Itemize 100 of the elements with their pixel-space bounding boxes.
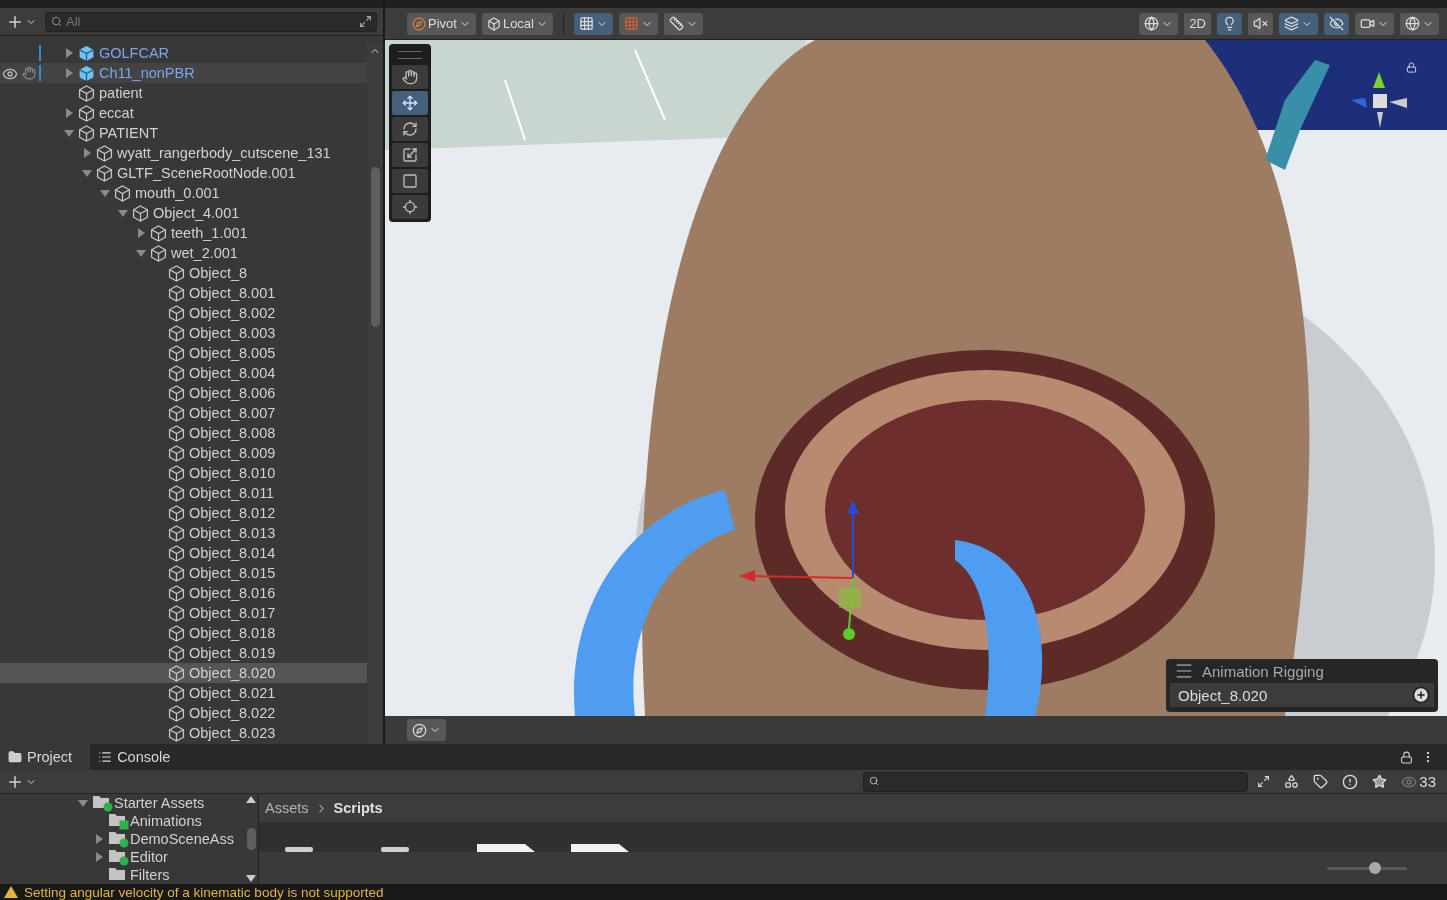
space-dropdown[interactable]: Local: [481, 12, 553, 35]
add-icon[interactable]: [1412, 686, 1430, 704]
pivot-icon: [412, 16, 426, 31]
hierarchy-row[interactable]: Object_8.019: [0, 643, 367, 663]
hierarchy-row[interactable]: Object_8.011: [0, 483, 367, 503]
transform-tool-button[interactable]: [392, 195, 428, 219]
increment-snap-button[interactable]: [619, 12, 658, 35]
hierarchy-row[interactable]: Object_4.001: [0, 203, 367, 223]
pivot-dropdown[interactable]: Pivot: [407, 12, 476, 35]
hierarchy-row[interactable]: Object_8.015: [0, 563, 367, 583]
view-options-dropdown[interactable]: [407, 719, 446, 741]
collapsed-arrow-icon[interactable]: [65, 68, 73, 78]
object-name: Object_8.002: [189, 305, 276, 321]
hierarchy-row[interactable]: mouth_0.001: [0, 183, 367, 203]
hierarchy-row[interactable]: wet_2.001: [0, 243, 367, 263]
ruler-button[interactable]: [664, 12, 703, 35]
hierarchy-row[interactable]: patient: [0, 83, 367, 103]
panel-tab[interactable]: Console: [90, 744, 189, 770]
hierarchy-row[interactable]: GOLFCAR: [0, 43, 367, 63]
folder-row[interactable]: Filters: [0, 866, 244, 884]
hierarchy-row[interactable]: PATIENT: [0, 123, 367, 143]
search-field[interactable]: All: [45, 11, 377, 32]
hierarchy-row[interactable]: Object_8.010: [0, 463, 367, 483]
cube-icon: [168, 684, 185, 702]
effects-button[interactable]: [1279, 12, 1318, 35]
hierarchy-row[interactable]: Object_8.005: [0, 343, 367, 363]
visibility-icon[interactable]: [2, 66, 18, 82]
expand-icon[interactable]: [359, 14, 372, 28]
hierarchy-row[interactable]: Object_8.012: [0, 503, 367, 523]
expanded-arrow-icon[interactable]: [136, 249, 146, 257]
gizmos-dropdown[interactable]: [1400, 12, 1439, 35]
lock-icon[interactable]: [1406, 62, 1417, 73]
scroll-down-icon[interactable]: [246, 875, 256, 882]
hierarchy-row[interactable]: Object_8.006: [0, 383, 367, 403]
drag-handle[interactable]: [398, 51, 422, 59]
scroll-thumb[interactable]: [246, 828, 256, 850]
folder-row[interactable]: Animations: [0, 812, 244, 830]
folder-row[interactable]: Editor: [0, 848, 244, 866]
hierarchy-row[interactable]: Object_8.013: [0, 523, 367, 543]
hierarchy-row[interactable]: Object_8.009: [0, 443, 367, 463]
scrollbar[interactable]: [367, 43, 383, 744]
hierarchy-row[interactable]: Object_8.016: [0, 583, 367, 603]
lock-icon[interactable]: [1400, 750, 1413, 764]
hidden-objects-button[interactable]: [1324, 12, 1349, 35]
shapes-icon: [1284, 774, 1300, 789]
hierarchy-row[interactable]: Object_8.018: [0, 623, 367, 643]
hand-tool-button[interactable]: [392, 65, 428, 89]
collapsed-arrow-icon[interactable]: [95, 834, 103, 844]
collapsed-arrow-icon[interactable]: [65, 108, 73, 118]
hierarchy-row[interactable]: wyatt_rangerbody_cutscene_131: [0, 143, 367, 163]
rotate-tool-button[interactable]: [392, 117, 428, 141]
panel-tab[interactable]: Project: [0, 744, 91, 770]
hierarchy-row[interactable]: Object_8.014: [0, 543, 367, 563]
hierarchy-row[interactable]: Object_8.008: [0, 423, 367, 443]
rect-tool-button[interactable]: [392, 169, 428, 193]
expanded-arrow-icon[interactable]: [118, 209, 128, 217]
hierarchy-row[interactable]: Object_8.001: [0, 283, 367, 303]
hierarchy-row[interactable]: Object_8.021: [0, 683, 367, 703]
hierarchy-row[interactable]: Object_8.007: [0, 403, 367, 423]
folder-row[interactable]: Starter Assets: [0, 794, 244, 812]
expanded-arrow-icon[interactable]: [78, 799, 88, 807]
folder-row[interactable]: DemoSceneAss: [0, 830, 244, 848]
hierarchy-row[interactable]: eccat: [0, 103, 367, 123]
scrollbar[interactable]: [244, 794, 258, 884]
hidden-count-button[interactable]: 33: [1396, 770, 1441, 793]
scroll-up-icon[interactable]: [246, 796, 256, 803]
hierarchy-row[interactable]: Object_8.017: [0, 603, 367, 623]
hierarchy-row[interactable]: Object_8.020: [0, 663, 367, 683]
scale-tool-button[interactable]: [392, 143, 428, 167]
drag-handle-icon[interactable]: [1174, 661, 1194, 681]
hierarchy-row[interactable]: Object_8.004: [0, 363, 367, 383]
hand-icon[interactable]: [22, 66, 36, 80]
hierarchy-row[interactable]: Object_8.002: [0, 303, 367, 323]
breadcrumb-item[interactable]: Scripts: [333, 800, 383, 816]
collapsed-arrow-icon[interactable]: [65, 48, 73, 58]
hierarchy-row[interactable]: GLTF_SceneRootNode.001: [0, 163, 367, 183]
collapsed-arrow-icon[interactable]: [83, 148, 91, 158]
hierarchy-row[interactable]: Object_8: [0, 263, 367, 283]
hierarchy-row[interactable]: Object_8.022: [0, 703, 367, 723]
audio-button[interactable]: [1248, 12, 1273, 35]
search-field[interactable]: [863, 771, 1249, 792]
collapsed-arrow-icon[interactable]: [137, 228, 145, 238]
mode-2d-button[interactable]: 2D: [1184, 12, 1211, 35]
shading-dropdown[interactable]: [1139, 12, 1179, 35]
scroll-thumb[interactable]: [370, 167, 380, 327]
hierarchy-row[interactable]: Object_8.003: [0, 323, 367, 343]
collapsed-arrow-icon[interactable]: [95, 852, 103, 862]
lighting-button[interactable]: [1217, 12, 1242, 35]
expanded-arrow-icon[interactable]: [82, 169, 92, 177]
move-tool-button[interactable]: [392, 91, 428, 115]
hierarchy-row[interactable]: Object_8.023: [0, 723, 367, 743]
camera-dropdown[interactable]: [1355, 12, 1394, 35]
object-field[interactable]: Object_8.020: [1170, 683, 1434, 707]
grid-snap-button[interactable]: [574, 12, 613, 35]
hierarchy-row[interactable]: teeth_1.001: [0, 223, 367, 243]
expanded-arrow-icon[interactable]: [100, 189, 110, 197]
hierarchy-row[interactable]: Ch11_nonPBR: [0, 63, 367, 83]
expanded-arrow-icon[interactable]: [64, 129, 74, 137]
search-icon: [869, 775, 880, 786]
breadcrumb-item[interactable]: Assets: [265, 800, 309, 816]
